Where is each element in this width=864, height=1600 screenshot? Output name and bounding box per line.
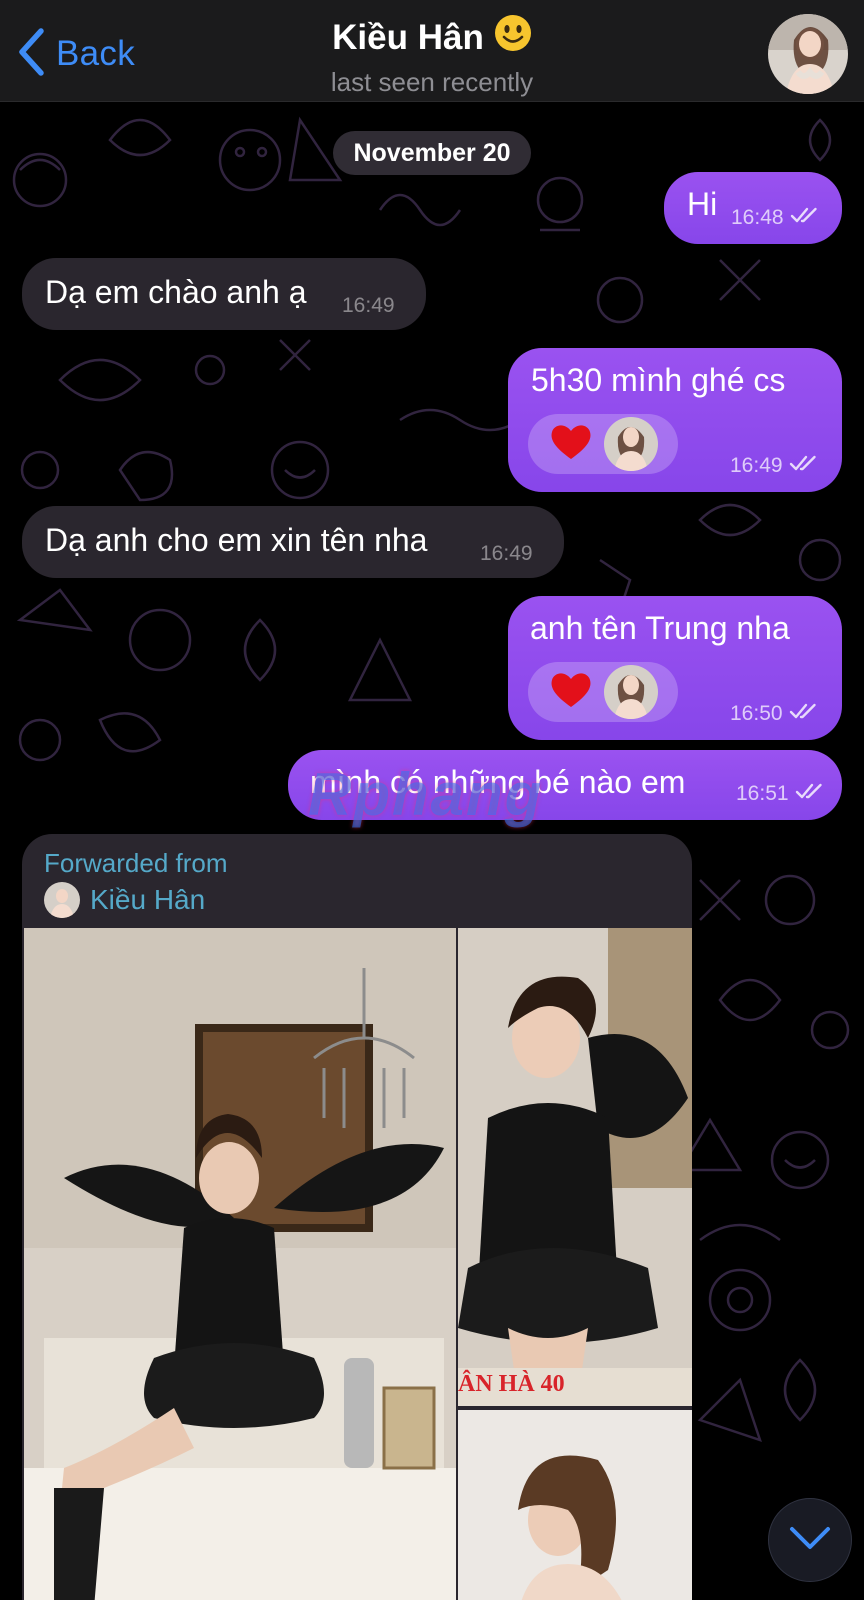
- message-time: 16:49: [342, 294, 395, 317]
- heart-icon: [550, 423, 592, 466]
- source-name: Kiều Hân: [90, 884, 206, 915]
- message-meta: 16:51: [736, 782, 825, 806]
- message-meta: 16:49: [342, 294, 395, 318]
- contact-name: Kiều Hân: [332, 17, 484, 57]
- double-check-icon: [789, 454, 819, 478]
- album-photo[interactable]: [24, 928, 456, 1600]
- message-text: Dạ em chào anh ạ: [45, 274, 307, 310]
- message-meta: 16:48: [731, 206, 820, 230]
- album-photo[interactable]: [458, 1410, 692, 1600]
- incoming-message[interactable]: Dạ em chào anh ạ 16:49: [22, 258, 426, 330]
- chat-header: Back Kiều Hân last seen recently: [0, 0, 864, 102]
- forwarded-source[interactable]: Kiều Hân: [44, 882, 205, 918]
- message-time: 16:50: [730, 702, 783, 725]
- forwarded-message[interactable]: Forwarded from Kiều Hân ÂN HÀ 40: [22, 834, 692, 1600]
- smiley-emoji-icon: [494, 14, 532, 61]
- outgoing-message[interactable]: Hi 16:48: [664, 172, 842, 244]
- message-meta: 16:49: [730, 454, 819, 478]
- album-photo[interactable]: ÂN HÀ 40: [458, 928, 692, 1406]
- reaction-badge[interactable]: [528, 414, 678, 474]
- last-seen-status: last seen recently: [330, 67, 534, 97]
- contact-avatar[interactable]: [768, 14, 848, 94]
- heart-icon: [550, 671, 592, 714]
- message-text: Hi: [687, 186, 718, 222]
- message-text: 5h30 mình ghé cs: [531, 362, 786, 398]
- message-time: 16:51: [736, 782, 789, 805]
- date-separator: November 20: [333, 131, 531, 175]
- reactor-avatar: [604, 665, 658, 719]
- photo-caption: ÂN HÀ 40: [458, 1371, 565, 1397]
- source-avatar: [44, 882, 80, 918]
- reactor-avatar: [604, 417, 658, 471]
- message-meta: 16:49: [480, 542, 533, 566]
- message-meta: 16:50: [730, 702, 819, 726]
- message-time: 16:49: [480, 542, 533, 565]
- chevron-down-icon: [788, 1525, 832, 1556]
- double-check-icon: [789, 702, 819, 726]
- outgoing-message[interactable]: mình có những bé nào em 16:51: [288, 750, 842, 820]
- message-time: 16:49: [730, 454, 783, 477]
- message-text: mình có những bé nào em: [310, 764, 686, 800]
- outgoing-message[interactable]: anh tên Trung nha 16:50: [508, 596, 842, 740]
- outgoing-message[interactable]: 5h30 mình ghé cs 16:49: [508, 348, 842, 492]
- forwarded-label: Forwarded from: [44, 848, 228, 878]
- message-time: 16:48: [731, 206, 784, 229]
- reaction-badge[interactable]: [528, 662, 678, 722]
- scroll-to-bottom-button[interactable]: [768, 1498, 852, 1582]
- message-text: Dạ anh cho em xin tên nha: [45, 522, 428, 558]
- incoming-message[interactable]: Dạ anh cho em xin tên nha 16:49: [22, 506, 564, 578]
- title-area[interactable]: Kiều Hân last seen recently: [0, 14, 864, 98]
- double-check-icon: [790, 206, 820, 230]
- double-check-icon: [795, 782, 825, 806]
- contact-title: Kiều Hân: [332, 14, 532, 61]
- message-text: anh tên Trung nha: [530, 610, 790, 646]
